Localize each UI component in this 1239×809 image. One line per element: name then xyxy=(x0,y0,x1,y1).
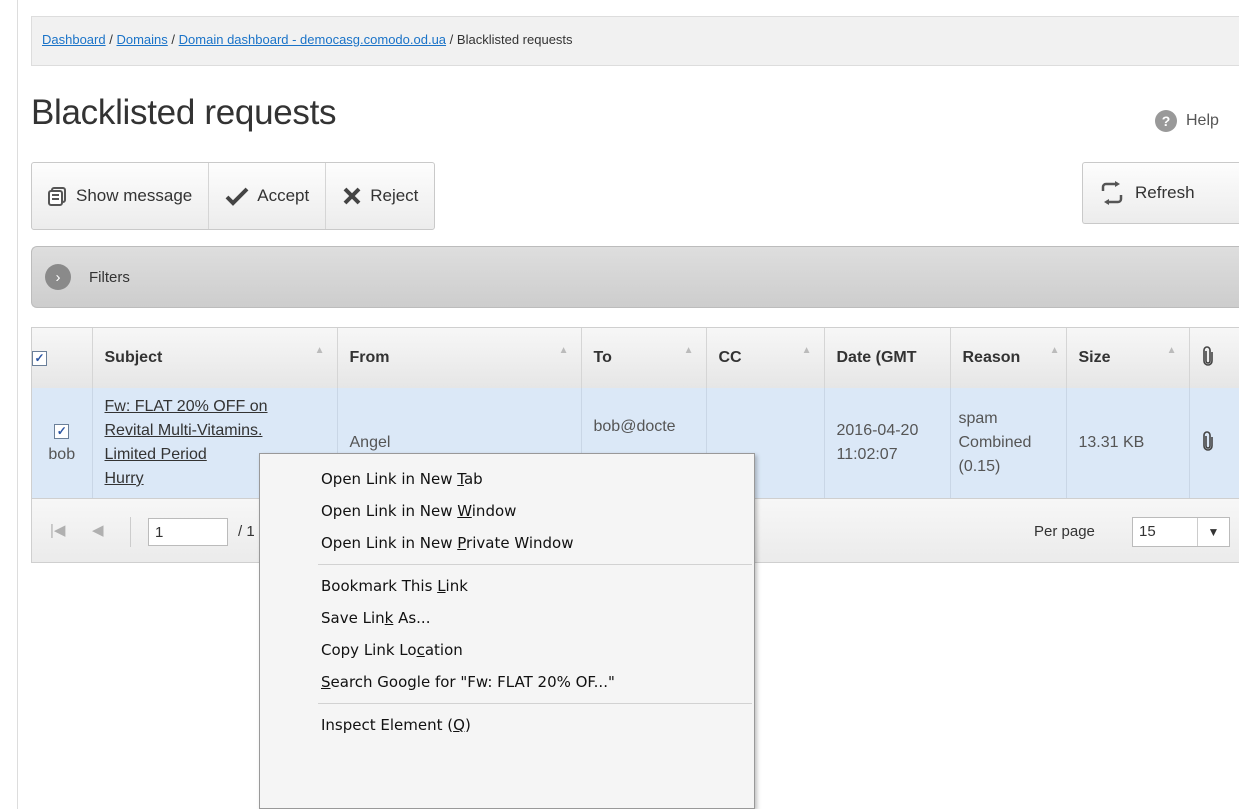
menu-bookmark-link[interactable]: Bookmark This Link xyxy=(260,570,754,602)
column-header-cc[interactable]: CC ▲ xyxy=(706,328,825,388)
select-all-checkbox[interactable]: ✓ xyxy=(32,328,93,388)
date-value: 2016-04-20 xyxy=(836,422,919,439)
breadcrumb-dashboard[interactable]: Dashboard xyxy=(42,32,106,47)
reason-line: (0.15) xyxy=(958,458,1001,475)
breadcrumb-domain-dashboard[interactable]: Domain dashboard - democasg.comodo.od.ua xyxy=(179,32,446,47)
reason-line: spam xyxy=(958,410,998,427)
context-menu: Open Link in New Tab Open Link in New Wi… xyxy=(259,453,755,809)
paperclip-icon xyxy=(1202,430,1214,455)
reason-cell: spam Combined (0.15) xyxy=(950,388,1067,498)
column-label: Subject xyxy=(104,349,163,366)
reject-button[interactable]: Reject xyxy=(326,163,434,229)
sort-up-icon: ▲ xyxy=(801,345,812,356)
table-header-row: ✓ Subject ▲ From ▲ To ▲ CC ▲ Date (GMT Reaso… xyxy=(32,328,1239,388)
accept-label: Accept xyxy=(257,186,310,205)
action-toolbar: Show message Accept Reject xyxy=(31,162,436,230)
column-header-size[interactable]: Size ▲ xyxy=(1066,328,1190,388)
reject-label: Reject xyxy=(370,186,419,205)
breadcrumb-separator: / xyxy=(109,32,113,47)
sort-up-icon: ▲ xyxy=(683,345,694,356)
column-header-from[interactable]: From ▲ xyxy=(337,328,582,388)
menu-search-google[interactable]: Search Google for "Fw: FLAT 20% OF..." xyxy=(260,666,754,698)
breadcrumb: Dashboard / Domains / Domain dashboard -… xyxy=(31,16,1239,66)
menu-inspect-element[interactable]: Inspect Element (Q) xyxy=(260,709,754,741)
first-page-icon[interactable]: |◀ xyxy=(50,521,65,539)
breadcrumb-separator: / xyxy=(449,32,454,47)
filters-label: Filters xyxy=(89,268,130,286)
page-number-input[interactable] xyxy=(148,518,228,546)
column-header-reason[interactable]: Reason ▲ xyxy=(950,328,1067,388)
filters-bar[interactable]: › Filters xyxy=(31,246,1239,308)
column-label: Reason xyxy=(962,349,1021,366)
per-page-value: 15 xyxy=(1139,523,1156,540)
menu-open-new-tab[interactable]: Open Link in New Tab xyxy=(260,463,754,495)
sort-up-icon: ▲ xyxy=(1049,345,1060,356)
date-cell: 2016-04-20 11:02:07 xyxy=(824,388,951,498)
column-label: To xyxy=(593,349,612,366)
column-header-to[interactable]: To ▲ xyxy=(581,328,707,388)
show-message-label: Show message xyxy=(76,186,193,205)
column-label: Date (GMT xyxy=(836,349,917,366)
help-link[interactable]: ? Help xyxy=(1155,110,1219,132)
chevron-down-icon: ▼ xyxy=(1197,518,1229,546)
subject-line: Revital Multi-Vitamins. xyxy=(104,422,263,439)
per-page-label: Per page xyxy=(1034,523,1095,540)
time-value: 11:02:07 xyxy=(836,446,898,463)
pager-divider xyxy=(130,517,131,547)
prev-page-icon[interactable]: ◀ xyxy=(92,521,104,539)
page-count: / 1 xyxy=(238,523,255,540)
sort-up-icon: ▲ xyxy=(558,345,569,356)
page-title: Blacklisted requests xyxy=(31,93,337,132)
chevron-right-icon: › xyxy=(45,264,71,290)
column-header-date[interactable]: Date (GMT xyxy=(824,328,951,388)
reason-line: Combined xyxy=(958,434,1032,451)
row-checkbox-cell[interactable]: ✓ bob xyxy=(32,388,93,498)
menu-separator xyxy=(318,703,752,704)
x-icon xyxy=(342,186,362,206)
column-label: CC xyxy=(718,349,742,366)
refresh-icon xyxy=(1099,181,1125,205)
refresh-label: Refresh xyxy=(1135,183,1195,202)
subject-line: Limited Period xyxy=(104,446,207,463)
menu-open-new-window[interactable]: Open Link in New Window xyxy=(260,495,754,527)
column-label: Size xyxy=(1078,349,1111,366)
menu-separator xyxy=(318,564,752,565)
column-header-subject[interactable]: Subject ▲ xyxy=(92,328,338,388)
message-icon xyxy=(48,186,68,206)
paperclip-icon xyxy=(1202,345,1214,370)
breadcrumb-domains[interactable]: Domains xyxy=(116,32,167,47)
attachment-cell xyxy=(1189,388,1239,498)
subject-line: Fw: FLAT 20% OFF on xyxy=(104,398,268,415)
row-checkbox[interactable]: ✓ xyxy=(54,423,70,439)
column-header-attachment[interactable] xyxy=(1189,328,1239,388)
menu-open-private-window[interactable]: Open Link in New Private Window xyxy=(260,527,754,559)
accept-button[interactable]: Accept xyxy=(209,163,327,229)
subject-line: Hurry xyxy=(104,470,144,487)
row-user: bob xyxy=(48,446,76,463)
sort-up-icon: ▲ xyxy=(1166,345,1177,356)
checkmark-icon xyxy=(225,186,249,206)
show-message-button[interactable]: Show message xyxy=(32,163,210,229)
refresh-button[interactable]: Refresh xyxy=(1082,162,1239,224)
per-page-select[interactable]: 15 ▼ xyxy=(1132,517,1230,547)
menu-copy-link-location[interactable]: Copy Link Location xyxy=(260,634,754,666)
sort-up-icon: ▲ xyxy=(314,345,325,356)
breadcrumb-current: Blacklisted requests xyxy=(456,32,573,47)
size-cell: 13.31 KB xyxy=(1066,388,1190,498)
breadcrumb-separator: / xyxy=(171,32,176,47)
column-label: From xyxy=(349,349,390,366)
help-label: Help xyxy=(1186,112,1219,129)
checkbox-checked-icon: ✓ xyxy=(32,350,47,366)
subject-link[interactable]: Fw: FLAT 20% OFF on Revital Multi-Vitamin… xyxy=(105,398,268,487)
menu-save-link-as[interactable]: Save Link As... xyxy=(260,602,754,634)
help-icon: ? xyxy=(1155,110,1177,132)
